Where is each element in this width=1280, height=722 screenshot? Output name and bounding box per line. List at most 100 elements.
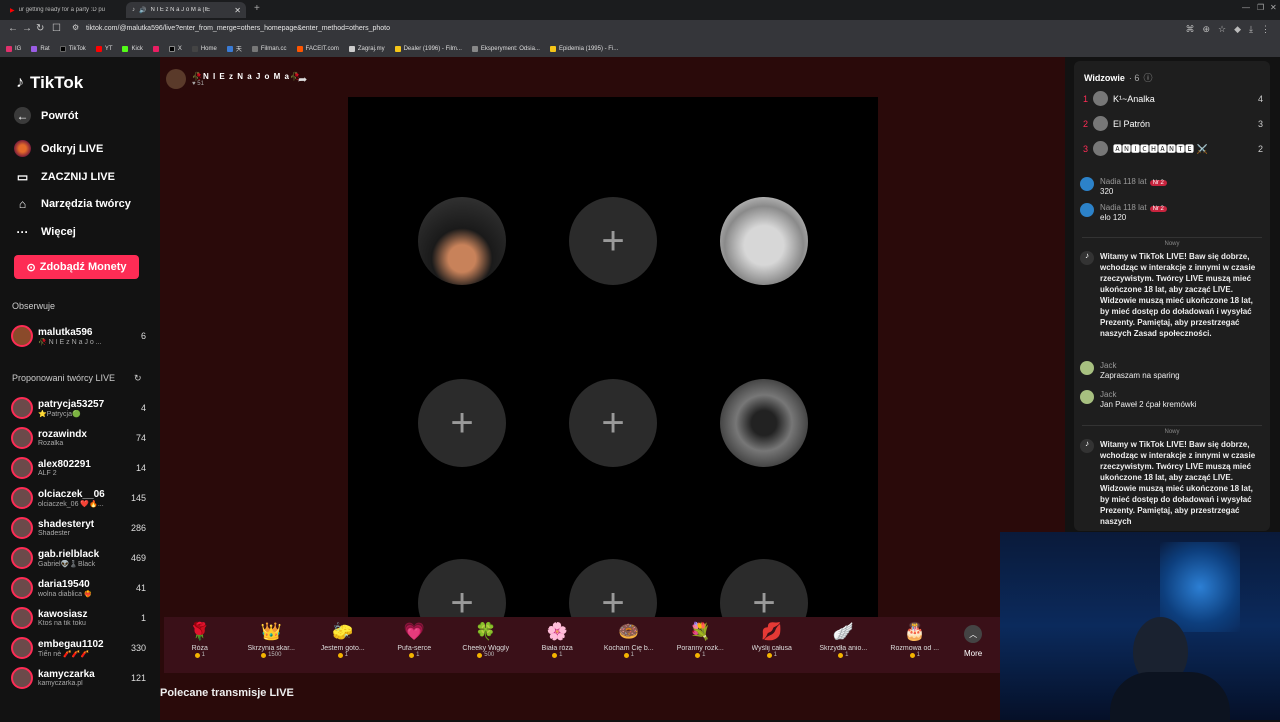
- avatar: [11, 397, 33, 419]
- creator-item[interactable]: patrycja53257 ⭐Patrycja🟢 4: [11, 395, 146, 421]
- add-guest-button[interactable]: +: [569, 379, 657, 467]
- speaker-icon: 🔊: [139, 7, 147, 14]
- url-input[interactable]: tiktok.com/@malutka596/live?enter_from_m…: [86, 25, 390, 32]
- bookmark-item[interactable]: [152, 45, 159, 52]
- refresh-icon[interactable]: ↻: [134, 373, 142, 384]
- gift-item[interactable]: 🍩 Kocham Cię b... 1: [593, 621, 665, 658]
- sidebar-item-more[interactable]: ··· Więcej: [14, 223, 76, 240]
- gift-item[interactable]: 🪽 Skrzydła anio... 1: [808, 621, 880, 658]
- reload-icon[interactable]: ↻: [36, 23, 44, 34]
- bookmark-item[interactable]: FACEIT.com: [296, 45, 339, 52]
- bookmark-item[interactable]: Epidemia (1995) - Fi...: [549, 45, 618, 52]
- webcam-overlay: [1000, 532, 1280, 722]
- bookmark-icon[interactable]: ☐: [52, 23, 61, 34]
- avatar: [11, 577, 33, 599]
- more-dots-icon: ···: [16, 224, 29, 239]
- guest-slot-user[interactable]: [418, 197, 506, 285]
- home-icon: ⌂: [18, 196, 27, 211]
- viewer-rank-item[interactable]: 2 El Patrón 3: [1083, 116, 1263, 131]
- new-tab-button[interactable]: +: [254, 3, 260, 14]
- live-stage: 🥀N I E z N a J o M a🥀 ♥ 51 ➦ + + + + + +…: [160, 57, 1065, 720]
- faceit-icon: [296, 45, 303, 52]
- gift-item[interactable]: 🍀 Cheeky Wiggly 500: [450, 621, 522, 658]
- bookmark-item[interactable]: Home: [191, 45, 217, 52]
- creator-item[interactable]: daria19540 wolna diablica ❤️‍🔥 41: [11, 575, 146, 601]
- creator-item[interactable]: kamyczarka kamyczarka.pl 121: [11, 665, 146, 691]
- gift-item[interactable]: 🎂 Rozmowa od ... 1: [879, 621, 951, 658]
- site-settings-icon[interactable]: ⚙: [72, 23, 79, 32]
- bookmark-item[interactable]: YT: [95, 45, 112, 52]
- creator-item[interactable]: rozawindx Rozalka 74: [11, 425, 146, 451]
- get-coins-button[interactable]: ⊙ Zdobądź Monety: [14, 255, 139, 279]
- coin-icon: [194, 652, 200, 658]
- guest-slot-user[interactable]: [720, 379, 808, 467]
- creator-item[interactable]: embegau1102 Tiến nè 🧨🧨🧨 330: [11, 635, 146, 661]
- rat-icon: [31, 45, 38, 52]
- youtube-icon: ▶: [10, 7, 15, 14]
- gift-item[interactable]: 🌹 Róża 1: [164, 621, 236, 658]
- close-window-icon[interactable]: ✕: [1270, 3, 1277, 12]
- viewer-rank-item[interactable]: 1 K¹~Analka 4: [1083, 91, 1263, 106]
- viewer-rank-item[interactable]: 3 🅰🅽🅸🅲🅷🅰🅽🆃🅴 ⚔️ 2: [1083, 141, 1263, 156]
- guest-slot-user[interactable]: [720, 197, 808, 285]
- creator-item[interactable]: kawosiasz Ktoś na tik toku 1: [11, 605, 146, 631]
- back-icon[interactable]: ←: [8, 23, 18, 34]
- translate-icon[interactable]: ⌘: [1185, 24, 1194, 35]
- add-guest-button[interactable]: +: [418, 379, 506, 467]
- gift-item[interactable]: 🧽 Jestem goto... 1: [307, 621, 379, 658]
- zoom-icon[interactable]: ⊕: [1202, 24, 1210, 35]
- more-gifts-button[interactable]: ︿ More: [964, 625, 982, 658]
- following-item[interactable]: malutka596 🥀 N I E z N a J o ... 6: [11, 323, 146, 349]
- creator-item[interactable]: shadesteryt Shadester 286: [11, 515, 146, 541]
- x-icon: [168, 45, 175, 52]
- restore-icon[interactable]: ❐: [1257, 3, 1264, 12]
- tiktok-logo[interactable]: ♪ TikTok: [16, 73, 83, 93]
- bookmark-item[interactable]: X: [168, 45, 182, 52]
- gift-item[interactable]: 👑 Skrzynia skar... 1500: [236, 621, 308, 658]
- download-icon[interactable]: ⤓: [1249, 24, 1253, 35]
- bookmark-item[interactable]: Kick: [122, 45, 143, 52]
- creator-item[interactable]: alex802291 ALF 2 14: [11, 455, 146, 481]
- bookmark-item[interactable]: Zagraj.my: [348, 45, 385, 52]
- gift-item[interactable]: 💐 Poranny rozk... 1: [665, 621, 737, 658]
- star-icon[interactable]: ☆: [1218, 24, 1226, 35]
- tiktok-icon: ♪: [1080, 251, 1094, 265]
- extension-icon[interactable]: ◆: [1234, 24, 1241, 35]
- avatar: [1080, 177, 1094, 191]
- sidebar-item-discover-live[interactable]: Odkryj LIVE: [14, 140, 103, 157]
- youtube-icon: [95, 45, 102, 52]
- add-guest-button[interactable]: +: [569, 197, 657, 285]
- bookmarks-bar: IG Rat TikTok YT Kick X Home 天 Filman.cc…: [0, 40, 1280, 57]
- avatar: [11, 457, 33, 479]
- gift-item[interactable]: 💋 Wyślij całusa 1: [736, 621, 808, 658]
- sidebar-item-start-live[interactable]: ▭ ZACZNIJ LIVE: [14, 168, 115, 185]
- kick-icon: [122, 45, 129, 52]
- close-tab-icon[interactable]: ✕: [234, 6, 241, 15]
- bookmark-item[interactable]: Eksperyment: Odsia...: [471, 45, 540, 52]
- minimize-icon[interactable]: —: [1242, 3, 1250, 12]
- back-button[interactable]: ← Powrót: [14, 107, 78, 124]
- bookmark-item[interactable]: 天: [226, 44, 242, 53]
- host-name: 🥀N I E z N a J o M a🥀: [192, 71, 301, 81]
- creator-item[interactable]: gab.rielblack Gabriel👽♟️Black 469: [11, 545, 146, 571]
- tab-youtube[interactable]: ▶ ur getting ready for a party :D pu: [4, 2, 122, 18]
- share-icon[interactable]: ➦: [298, 73, 307, 86]
- suggested-title: Proponowani twórcy LIVE: [12, 373, 116, 383]
- bookmark-item[interactable]: Rat: [31, 45, 50, 52]
- menu-icon[interactable]: ⋮: [1261, 24, 1270, 35]
- creator-item[interactable]: olciaczek__06 olciaczek_06 ❤️🔥... 145: [11, 485, 146, 511]
- sidebar-item-creator-tools[interactable]: ⌂ Narzędzia twórcy: [14, 195, 131, 212]
- gift-item[interactable]: 🌸 Biała róża 1: [522, 621, 594, 658]
- avatar: [11, 547, 33, 569]
- tab-tiktok[interactable]: ♪ 🔊 N I E z N a J o M a (IE ✕: [126, 2, 246, 18]
- info-icon[interactable]: ⓘ: [1143, 71, 1152, 84]
- gift-item[interactable]: 💗 Pufa-serce 1: [379, 621, 451, 658]
- forward-icon[interactable]: →: [22, 23, 32, 34]
- bookmark-item[interactable]: Filman.cc: [251, 45, 287, 52]
- extension-icons: ⌘ ⊕ ☆ ◆ ⤓ ⋮: [1185, 24, 1270, 35]
- bookmark-item[interactable]: TikTok: [59, 45, 86, 52]
- host-info[interactable]: 🥀N I E z N a J o M a🥀 ♥ 51: [166, 69, 301, 89]
- filman-icon: [251, 45, 258, 52]
- bookmark-item[interactable]: Dealer (1996) - Film...: [394, 45, 462, 52]
- bookmark-item[interactable]: IG: [6, 45, 21, 52]
